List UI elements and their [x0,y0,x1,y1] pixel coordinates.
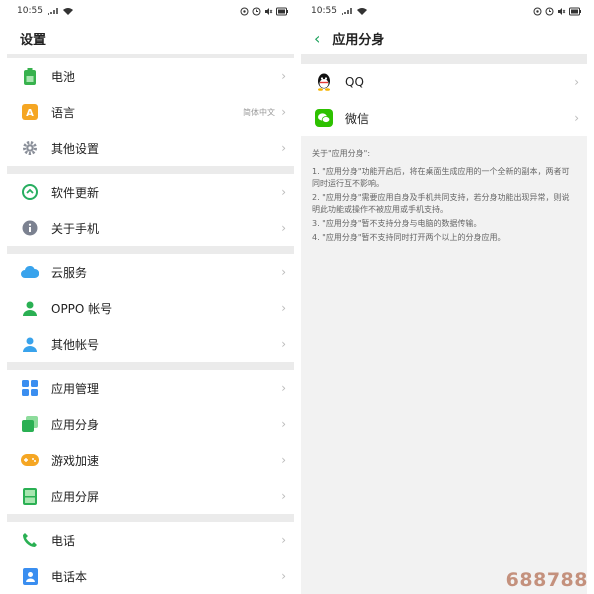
description-item-4: 4. "应用分身"暂不支持同时打开两个以上的分身应用。 [312,233,506,242]
chevron-right-icon: › [281,569,286,583]
contacts-icon [21,567,39,585]
settings-item-software-update[interactable]: 软件更新 › [7,174,294,210]
settings-item-game-boost[interactable]: 游戏加速 › [7,442,294,478]
clone-icon [21,415,39,433]
settings-item-app-clone[interactable]: 应用分身 › [7,406,294,442]
app-item-qq[interactable]: QQ › [301,64,587,100]
phone-icon [21,531,39,549]
alarm-icon [545,7,554,16]
status-time: 10:55 [311,6,337,16]
mute-icon [557,7,566,16]
eye-icon [240,7,249,16]
wifi-icon [356,7,367,15]
clone-description: 关于"应用分身": 1. "应用分身"功能开启后，将在桌面生成应用的一个全新的副… [301,136,587,244]
settings-item-language[interactable]: A 语言 简体中文 › [7,94,294,130]
wechat-icon [315,109,333,127]
description-item-3: 3. "应用分身"暂不支持分身与电脑的数据传输。 [312,219,482,228]
battery-icon [21,67,39,85]
language-value: 简体中文 [243,107,275,117]
settings-item-other-settings[interactable]: 其他设置 › [7,130,294,166]
status-bar: 10:55 [301,0,587,22]
chevron-right-icon: › [281,533,286,547]
user-icon [21,335,39,353]
chevron-right-icon: › [281,417,286,431]
grid-icon [21,379,39,397]
mute-icon [264,7,273,16]
cloud-icon [21,263,39,281]
settings-group-2: 软件更新 › 关于手机 › [7,174,294,246]
eye-icon [533,7,542,16]
chevron-right-icon: › [281,221,286,235]
update-icon [21,183,39,201]
page-title: 设置 [7,22,294,54]
settings-item-contacts[interactable]: 电话本 › [7,558,294,594]
chevron-right-icon: › [281,141,286,155]
svg-text:A: A [26,108,34,119]
info-icon [21,219,39,237]
chevron-right-icon: › [574,75,579,89]
back-arrow-icon[interactable]: ‹ [314,29,320,48]
app-list: QQ › 微信 › [301,64,587,136]
gear-icon [21,139,39,157]
settings-item-about-phone[interactable]: 关于手机 › [7,210,294,246]
qq-icon [315,73,333,91]
status-bar: 10:55 [7,0,294,22]
app-item-wechat[interactable]: 微信 › [301,100,587,136]
status-time: 10:55 [17,6,43,16]
settings-screen: 10:55 设置 电池 › A 语言 简体中文 › 其他设置 › 软件更新 › … [7,0,294,594]
chevron-right-icon: › [281,453,286,467]
page-header: ‹ 应用分身 [301,22,587,54]
signal-icon [341,7,353,15]
settings-item-phone[interactable]: 电话 › [7,522,294,558]
settings-item-cloud[interactable]: 云服务 › [7,254,294,290]
settings-item-other-accounts[interactable]: 其他帐号 › [7,326,294,362]
gamepad-icon [21,451,39,469]
chevron-right-icon: › [281,185,286,199]
chevron-right-icon: › [281,381,286,395]
chevron-right-icon: › [281,105,286,119]
chevron-right-icon: › [281,69,286,83]
alarm-icon [252,7,261,16]
settings-item-oppo-account[interactable]: OPPO 帐号 › [7,290,294,326]
settings-item-split-screen[interactable]: 应用分屏 › [7,478,294,514]
chevron-right-icon: › [281,489,286,503]
wifi-icon [62,7,73,15]
settings-group-4: 应用管理 › 应用分身 › 游戏加速 › 应用分屏 › [7,370,294,514]
chevron-right-icon: › [281,265,286,279]
settings-group-3: 云服务 › OPPO 帐号 › 其他帐号 › [7,254,294,362]
chevron-right-icon: › [281,301,286,315]
description-item-2: 2. "应用分身"需要应用自身及手机共同支持，若分身功能出现异常，则说明此功能或… [312,193,570,214]
description-title: 关于"应用分身": [312,149,371,158]
battery-status-icon [569,7,581,16]
user-icon [21,299,39,317]
settings-item-app-management[interactable]: 应用管理 › [7,370,294,406]
app-clone-screen: 10:55 ‹ 应用分身 QQ › 微信 › 关于"应用分身": 1. "应用分… [301,0,587,594]
chevron-right-icon: › [574,111,579,125]
settings-group-1: 电池 › A 语言 简体中文 › 其他设置 › [7,58,294,166]
chevron-right-icon: › [281,337,286,351]
settings-item-battery[interactable]: 电池 › [7,58,294,94]
watermark: 688788 [505,569,588,591]
page-title: 应用分身 [332,32,385,48]
language-icon: A [21,103,39,121]
signal-icon [47,7,59,15]
description-item-1: 1. "应用分身"功能开启后，将在桌面生成应用的一个全新的副本，两者可同时运行互… [312,167,570,188]
settings-group-5: 电话 › 电话本 › [7,522,294,594]
split-screen-icon [21,487,39,505]
battery-status-icon [276,7,288,16]
